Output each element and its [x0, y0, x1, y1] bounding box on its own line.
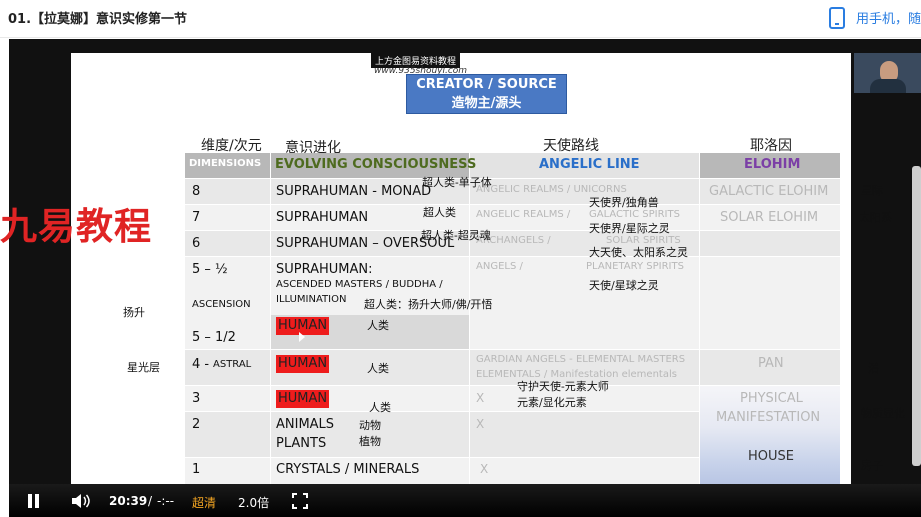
elohim-7: SOLAR ELOHIM: [720, 210, 819, 225]
player-controls: 20:39 / -:-- 超清 2.0倍: [9, 484, 921, 517]
dim-7: 7: [192, 210, 201, 225]
dim-8: 8: [192, 184, 201, 199]
annotation-angel-8: 天使界/独角兽: [589, 196, 659, 209]
evo-5-half-line3: ILLUMINATION: [276, 294, 347, 305]
dim-2: 2: [192, 417, 201, 432]
evo-2: ANIMALS: [276, 417, 335, 432]
annotation-supra-masters: 超人类：扬升大师/佛/开悟: [364, 298, 493, 311]
annotation-elohim-3: 物质显化: [861, 407, 905, 420]
duration: -:--: [157, 494, 175, 508]
creator-subtitle: 造物主/源头: [451, 96, 522, 111]
annotation-angel-5: 天使/星球之灵: [589, 279, 659, 292]
evolving-header: EVOLVING CONSCIOUSNESS: [275, 157, 477, 172]
evo-1: CRYSTALS / MINERALS: [276, 462, 420, 477]
annotation-angel-4a: 守护天使-元素大师: [517, 380, 609, 393]
evo-8: SUPRAHUMAN - MONAD: [276, 184, 432, 199]
human-4-label: HUMAN: [276, 355, 330, 373]
ascension-label: ASCENSION: [192, 299, 251, 310]
side-scroll-grip[interactable]: [912, 166, 921, 466]
annotation-elohim-4: 潘: [868, 362, 879, 375]
elohim-3b: MANIFESTATION: [716, 410, 821, 425]
annotation-angel-6: 大天使、太阳系之灵: [589, 246, 688, 259]
evo-2b: PLANTS: [276, 436, 327, 451]
angel-4: GARDIAN ANGELS - ELEMENTAL MASTERS: [476, 354, 686, 365]
angel-5b: PLANETARY SPIRITS: [586, 261, 684, 272]
angelic-header: ANGELIC LINE: [539, 157, 640, 172]
dim-5-half: 5 – ½: [192, 262, 228, 277]
annotation-elohim-1: 房子: [861, 459, 883, 472]
presenter-webcam: [854, 53, 921, 93]
angel-7b: GALACTIC SPIRITS: [589, 209, 680, 220]
evo-5-half-line2: ASCENDED MASTERS / BUDDHA /: [276, 279, 443, 290]
annotation-plants: 植物: [359, 435, 381, 448]
angel-7: ANGELIC REALMS /: [476, 209, 571, 220]
phone-icon[interactable]: [829, 7, 845, 29]
elohim-3: PHYSICAL: [740, 391, 803, 406]
annotation-supra: 超人类: [423, 206, 456, 219]
creator-title: CREATOR / SOURCE: [416, 77, 557, 92]
angel-5: ANGELS /: [476, 261, 523, 272]
dim-1: 1: [192, 462, 201, 477]
time-separator: /: [148, 494, 153, 508]
dim-5: 5 – 1/2: [192, 330, 236, 345]
dimensions-header: DIMENSIONS: [189, 158, 262, 169]
annotation-human-4: 人类: [367, 362, 389, 375]
video-player[interactable]: 上方金图易资料教程 www.935shouyi.com CREATOR / SO…: [9, 39, 921, 517]
volume-icon[interactable]: [71, 493, 91, 509]
fullscreen-icon[interactable]: [292, 493, 308, 509]
column-divider: [699, 179, 700, 505]
mobile-watch-link[interactable]: 用手机，随时: [856, 8, 921, 27]
course-title: 01.【拉莫娜】意识实修第一节: [8, 12, 188, 27]
dimensions-zh-heading: 维度/次元: [201, 138, 262, 154]
angelic-zh-heading: 天使路线: [543, 138, 599, 154]
speed-button[interactable]: 2.0倍: [238, 494, 269, 511]
annotation-elohim-7: 太阳系: [859, 211, 892, 224]
current-time: 20:39: [109, 494, 148, 508]
slide: 上方金图易资料教程 www.935shouyi.com CREATOR / SO…: [71, 53, 851, 505]
evo-5-half: SUPRAHUMAN:: [276, 262, 373, 277]
human-3-label: HUMAN: [276, 390, 330, 408]
elohim-1: HOUSE: [748, 449, 794, 464]
table-row: [185, 412, 700, 457]
annotation-left-astral: 星光层: [127, 361, 160, 374]
elohim-zh-heading: 耶洛因: [750, 138, 792, 154]
annotation-angel-7: 天使界/星际之灵: [589, 222, 670, 235]
dim-3: 3: [192, 391, 201, 406]
dim-6: 6: [192, 236, 201, 251]
quality-button[interactable]: 超清: [192, 494, 216, 511]
column-divider: [270, 179, 271, 505]
angel-3: X: [476, 391, 485, 405]
annotation-human-3: 人类: [369, 401, 391, 414]
annotation-supra-monad: 超人类-单子体: [422, 176, 492, 189]
elohim-header: ELOHIM: [744, 157, 801, 172]
dim-4: 4 -: [192, 357, 210, 372]
elohim-8: GALACTIC ELOHIM: [709, 184, 829, 199]
annotation-animals: 动物: [359, 419, 381, 432]
creator-box: CREATOR / SOURCE 造物主/源头: [406, 74, 567, 114]
annotation-supra-oversoul: 超人类-超灵魂: [421, 229, 491, 242]
annotation-angel-4b: 元素/显化元素: [517, 396, 587, 409]
annotation-left-ascension: 扬升: [123, 306, 145, 319]
elohim-4: PAN: [758, 356, 784, 371]
annotation-elohim-8: 星际: [861, 184, 883, 197]
dim-4-astral: ASTRAL: [213, 359, 252, 370]
pause-icon[interactable]: [27, 494, 41, 508]
angel-1: X: [480, 462, 489, 476]
annotation-human-5: 人类: [367, 319, 389, 332]
mouse-cursor-icon: [299, 332, 305, 342]
angel-2: X: [476, 417, 485, 431]
evo-7: SUPRAHUMAN: [276, 210, 369, 225]
brand-watermark: 九易教程: [0, 205, 152, 248]
